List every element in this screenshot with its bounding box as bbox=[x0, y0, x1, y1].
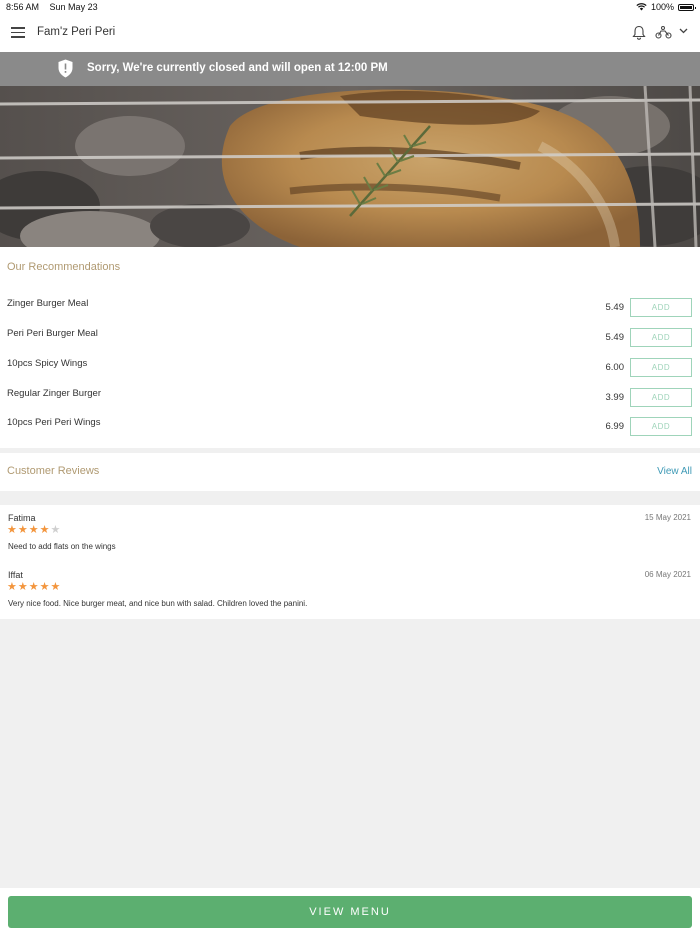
item-name: Zinger Burger Meal bbox=[7, 298, 89, 309]
app-header: Fam'z Peri Peri bbox=[0, 14, 700, 53]
review-item: Fatima 15 May 2021 ★ ★ ★ ★ ★ Need to add… bbox=[0, 513, 700, 563]
star-filled-icon: ★ bbox=[28, 524, 39, 536]
hero-food-image bbox=[0, 86, 700, 247]
item-price: 5.49 bbox=[605, 302, 625, 313]
star-rating: ★ ★ ★ ★ ★ bbox=[7, 582, 60, 593]
item-price: 5.49 bbox=[605, 332, 625, 343]
star-filled-icon: ★ bbox=[28, 581, 39, 593]
review-date: 06 May 2021 bbox=[644, 570, 691, 579]
reviews-title: Customer Reviews bbox=[7, 465, 100, 477]
closed-banner: Sorry, We're currently closed and will o… bbox=[0, 52, 700, 86]
wifi-icon bbox=[636, 3, 647, 11]
add-button[interactable]: ADD bbox=[630, 358, 692, 377]
item-name: 10pcs Spicy Wings bbox=[7, 358, 88, 369]
review-text: Need to add flats on the wings bbox=[8, 542, 116, 551]
star-filled-icon: ★ bbox=[17, 524, 28, 536]
add-button[interactable]: ADD bbox=[630, 298, 692, 317]
recommendation-item: Peri Peri Burger Meal 5.49 ADD bbox=[0, 325, 700, 351]
delivery-scooter-icon[interactable] bbox=[655, 26, 672, 39]
chevron-down-icon[interactable] bbox=[679, 28, 688, 34]
reviewer-name: Iffat bbox=[8, 570, 23, 580]
star-filled-icon: ★ bbox=[50, 581, 61, 593]
star-filled-icon: ★ bbox=[7, 524, 17, 536]
battery-percent: 100% bbox=[650, 2, 674, 12]
shield-alert-icon bbox=[58, 59, 73, 78]
status-time: 8:56 AM bbox=[6, 2, 40, 12]
status-bar: 8:56 AM Sun May 23 100% bbox=[0, 0, 700, 14]
reviewer-name: Fatima bbox=[8, 513, 36, 523]
recommendations-title: Our Recommendations bbox=[7, 261, 121, 273]
view-menu-button[interactable]: VIEW MENU bbox=[8, 896, 692, 928]
review-date: 15 May 2021 bbox=[644, 513, 691, 522]
star-empty-icon: ★ bbox=[50, 524, 61, 536]
hamburger-menu-icon[interactable] bbox=[11, 27, 25, 39]
item-price: 6.00 bbox=[605, 362, 625, 373]
battery-icon bbox=[678, 3, 696, 11]
recommendation-item: 10pcs Peri Peri Wings 6.99 ADD bbox=[0, 414, 700, 440]
recommendation-item: 10pcs Spicy Wings 6.00 ADD bbox=[0, 355, 700, 381]
recommendation-item: Zinger Burger Meal 5.49 ADD bbox=[0, 295, 700, 321]
add-button[interactable]: ADD bbox=[630, 417, 692, 436]
item-price: 3.99 bbox=[605, 392, 625, 403]
restaurant-title: Fam'z Peri Peri bbox=[37, 26, 116, 38]
star-filled-icon: ★ bbox=[7, 581, 17, 593]
recommendations-section: Our Recommendations Zinger Burger Meal 5… bbox=[0, 247, 700, 448]
status-date: Sun May 23 bbox=[49, 2, 98, 12]
bottom-action-bar: VIEW MENU bbox=[0, 888, 700, 934]
star-filled-icon: ★ bbox=[39, 524, 50, 536]
star-filled-icon: ★ bbox=[39, 581, 50, 593]
closed-message: Sorry, We're currently closed and will o… bbox=[87, 62, 388, 74]
view-all-link[interactable]: View All bbox=[657, 466, 692, 477]
add-button[interactable]: ADD bbox=[630, 328, 692, 347]
review-text: Very nice food. Nice burger meat, and ni… bbox=[8, 599, 308, 608]
bell-icon[interactable] bbox=[632, 25, 646, 40]
review-item: Iffat 06 May 2021 ★ ★ ★ ★ ★ Very nice fo… bbox=[0, 570, 700, 620]
add-button[interactable]: ADD bbox=[630, 388, 692, 407]
item-name: Regular Zinger Burger bbox=[7, 388, 101, 399]
recommendation-item: Regular Zinger Burger 3.99 ADD bbox=[0, 385, 700, 411]
star-rating: ★ ★ ★ ★ ★ bbox=[7, 525, 60, 536]
reviews-list: Fatima 15 May 2021 ★ ★ ★ ★ ★ Need to add… bbox=[0, 505, 700, 619]
item-name: Peri Peri Burger Meal bbox=[7, 328, 98, 339]
item-price: 6.99 bbox=[605, 421, 625, 432]
reviews-header: Customer Reviews View All bbox=[0, 453, 700, 491]
star-filled-icon: ★ bbox=[17, 581, 28, 593]
item-name: 10pcs Peri Peri Wings bbox=[7, 417, 101, 428]
